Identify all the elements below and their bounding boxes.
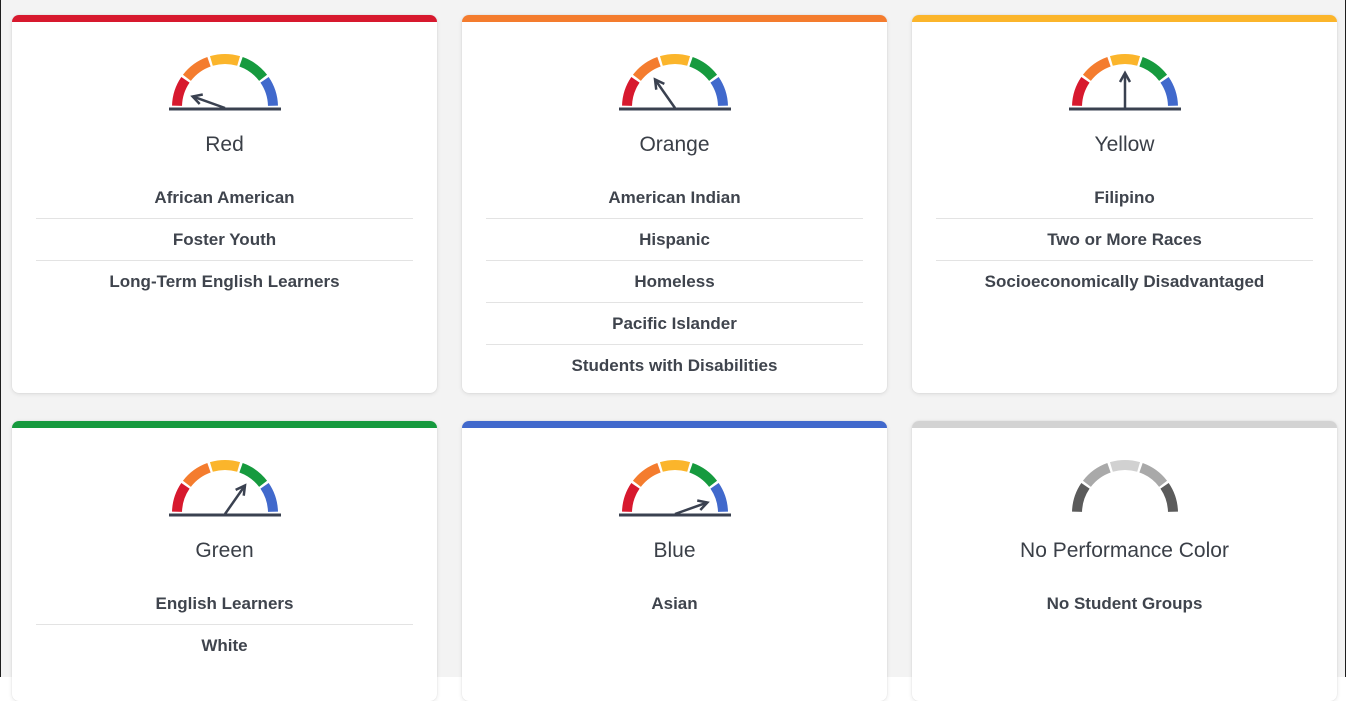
student-group-item: Two or More Races bbox=[936, 219, 1313, 261]
gauge-segment bbox=[238, 463, 267, 488]
student-group-item: Long-Term English Learners bbox=[109, 272, 340, 291]
gauge-segment bbox=[659, 54, 690, 66]
card-accent-bar bbox=[912, 15, 1337, 22]
student-group-item: Socioeconomically Disadvantaged bbox=[984, 272, 1265, 291]
gauge-segment bbox=[1071, 76, 1090, 107]
gauge-segment bbox=[209, 54, 240, 66]
gauge-segment bbox=[182, 57, 211, 82]
gauge-segment bbox=[259, 76, 278, 107]
card-title: Orange bbox=[639, 133, 710, 156]
gauge-segment bbox=[182, 463, 211, 488]
gauge-segment bbox=[688, 57, 717, 82]
card-title: Blue bbox=[653, 539, 696, 562]
card-accent-bar bbox=[912, 421, 1337, 428]
performance-color-grid: Red African American Foster Youth Long-T… bbox=[0, 0, 1346, 701]
card-title: Yellow bbox=[1094, 133, 1155, 156]
card-title: Green bbox=[195, 539, 254, 562]
gauge-segment bbox=[1159, 76, 1178, 107]
gauge-segment bbox=[1082, 463, 1111, 488]
card-accent-bar bbox=[462, 15, 887, 22]
student-group-list: African American Foster Youth Long-Term … bbox=[36, 177, 413, 302]
student-group-item: Filipino bbox=[936, 177, 1313, 219]
student-group-list: No Student Groups bbox=[936, 583, 1313, 624]
gauge-segment bbox=[688, 463, 717, 488]
student-group-item: Students with Disabilities bbox=[571, 356, 778, 375]
gauge-segment bbox=[709, 76, 728, 107]
performance-card-blue: Blue Asian bbox=[462, 421, 887, 701]
student-group-list: Filipino Two or More Races Socioeconomic… bbox=[936, 177, 1313, 302]
performance-gauge-orange-icon bbox=[618, 54, 731, 111]
gauge-segment bbox=[1071, 482, 1090, 513]
student-group-item: Hispanic bbox=[486, 219, 863, 261]
gauge-needle bbox=[653, 78, 676, 109]
card-accent-bar bbox=[12, 421, 437, 428]
student-group-item: White bbox=[201, 636, 248, 655]
card-title: Red bbox=[205, 133, 244, 156]
student-group-item: English Learners bbox=[36, 583, 413, 625]
gauge-segment bbox=[659, 460, 690, 472]
gauge-segment bbox=[171, 76, 190, 107]
gauge-segment bbox=[171, 482, 190, 513]
performance-card-yellow: Yellow Filipino Two or More Races Socioe… bbox=[912, 15, 1337, 393]
card-accent-bar bbox=[462, 421, 887, 428]
card-accent-bar bbox=[12, 15, 437, 22]
gauge-segment bbox=[1159, 482, 1178, 513]
gauge-segment bbox=[621, 76, 640, 107]
performance-card-red: Red African American Foster Youth Long-T… bbox=[12, 15, 437, 393]
gauge-segment bbox=[632, 463, 661, 488]
gauge-segment bbox=[209, 460, 240, 472]
student-group-item: Foster Youth bbox=[36, 219, 413, 261]
gauge-segment bbox=[621, 482, 640, 513]
student-group-list: English Learners White bbox=[36, 583, 413, 666]
gauge-segment bbox=[1082, 57, 1111, 82]
gauge-segment bbox=[259, 482, 278, 513]
student-group-list: American Indian Hispanic Homeless Pacifi… bbox=[486, 177, 863, 386]
student-group-item: Homeless bbox=[486, 261, 863, 303]
performance-card-orange: Orange American Indian Hispanic Homeless… bbox=[462, 15, 887, 393]
performance-gauge-green-icon bbox=[168, 460, 281, 517]
student-group-item: Pacific Islander bbox=[486, 303, 863, 345]
student-group-item: Asian bbox=[651, 594, 698, 613]
gauge-segment bbox=[1138, 57, 1167, 82]
performance-gauge-red-icon bbox=[168, 54, 281, 111]
performance-card-none: No Performance Color No Student Groups bbox=[912, 421, 1337, 701]
performance-card-green: Green English Learners White bbox=[12, 421, 437, 701]
gauge-segment bbox=[632, 57, 661, 82]
gauge-segment bbox=[1109, 54, 1140, 66]
student-group-item: African American bbox=[36, 177, 413, 219]
gauge-segment bbox=[709, 482, 728, 513]
performance-gauge-yellow-icon bbox=[1068, 54, 1181, 111]
gauge-segment bbox=[1138, 463, 1167, 488]
card-title: No Performance Color bbox=[1020, 539, 1229, 562]
student-group-item: No Student Groups bbox=[1046, 594, 1203, 613]
student-group-item: American Indian bbox=[486, 177, 863, 219]
student-group-list: Asian bbox=[486, 583, 863, 624]
performance-gauge-gray-icon bbox=[1071, 460, 1178, 513]
gauge-needle bbox=[223, 484, 246, 515]
gauge-segment bbox=[1109, 460, 1140, 472]
gauge-segment bbox=[238, 57, 267, 82]
performance-gauge-blue-icon bbox=[618, 460, 731, 517]
